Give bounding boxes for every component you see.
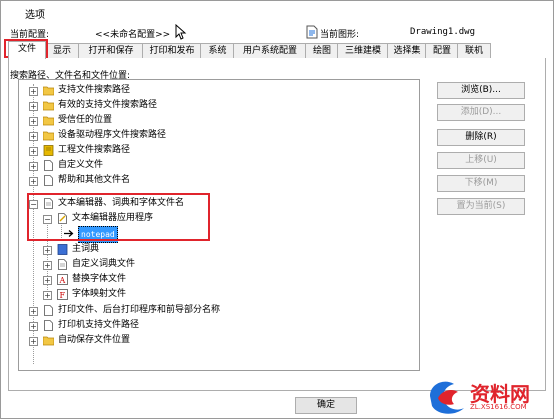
tab-profiles[interactable]: 配置 [425, 43, 459, 58]
window-title: 选项 [25, 10, 45, 21]
tree-item-label: 帮助和其他文件名 [58, 175, 131, 185]
file-icon [44, 175, 53, 186]
tree-item[interactable]: + 自动保存文件位置 [19, 333, 419, 348]
tree-item[interactable]: + 自定义词典文件 [19, 257, 419, 272]
tab-files[interactable]: 文件 [8, 41, 46, 59]
tab-system[interactable]: 系统 [200, 43, 235, 58]
tab-3d-modeling[interactable]: 三维建模 [337, 43, 389, 58]
expand-icon[interactable]: + [29, 102, 38, 111]
expand-icon[interactable]: + [29, 307, 38, 316]
expand-icon[interactable]: + [29, 177, 38, 186]
tab-open-save[interactable]: 打开和保存 [78, 43, 144, 58]
move-up-button[interactable]: 上移(U) [437, 152, 525, 169]
tree-item[interactable]: + 打印文件、后台打印程序和前导部分名称 [19, 303, 419, 318]
expand-icon[interactable]: + [43, 291, 52, 300]
tree-item-label: 字体映射文件 [72, 289, 127, 299]
folder-icon [43, 336, 54, 346]
title-bar: 选项 [1, 1, 553, 23]
tree-item-label: 替换字体文件 [72, 274, 127, 284]
mouse-cursor-icon [175, 24, 187, 40]
add-button[interactable]: 添加(D)... [437, 104, 525, 121]
profile-row: 当前配置: <<未命名配置>> 当前图形: Drawing1.dwg [0, 27, 552, 41]
browse-button[interactable]: 浏览(B)... [437, 82, 525, 99]
file-icon [58, 259, 67, 270]
expand-icon[interactable]: + [43, 276, 52, 285]
expand-icon[interactable]: + [43, 261, 52, 270]
tree-item[interactable]: + 打印机支持文件路径 [19, 318, 419, 333]
tree-item[interactable]: + F 字体映射文件 [19, 287, 419, 302]
ok-button[interactable]: 确定 [295, 397, 357, 414]
tree-item-label: 支持文件搜索路径 [58, 85, 131, 95]
tree-item-label: 主词典 [72, 244, 100, 254]
move-down-button[interactable]: 下移(M) [437, 175, 525, 192]
font-icon: F [57, 289, 68, 300]
tab-display[interactable]: 显示 [44, 43, 80, 58]
folder-icon [43, 116, 54, 126]
svg-text:F: F [60, 291, 66, 300]
tree-item[interactable]: + 设备驱动程序文件搜索路径 [19, 128, 419, 143]
set-current-button[interactable]: 置为当前(S) [437, 198, 525, 215]
tree-item[interactable]: + 支持文件搜索路径 [19, 83, 419, 98]
tree-item-label: 打印文件、后台打印程序和前导部分名称 [58, 305, 221, 315]
tree-item[interactable]: + 受信任的位置 [19, 113, 419, 128]
tab-online[interactable]: 联机 [457, 43, 491, 58]
tree-item-label: 有效的支持文件搜索路径 [58, 100, 158, 110]
expand-icon[interactable]: + [29, 322, 38, 331]
file-icon [44, 160, 53, 171]
expand-icon[interactable]: + [29, 132, 38, 141]
tree-item-label: 自定义文件 [58, 160, 104, 170]
current-drawing-label: 当前图形: [320, 30, 360, 40]
tab-selection[interactable]: 选择集 [387, 43, 427, 58]
current-drawing-value: Drawing1.dwg [410, 27, 476, 37]
tab-user-preferences[interactable]: 用户系统配置 [233, 43, 307, 58]
folder-icon [43, 131, 54, 141]
folder-icon [43, 86, 54, 96]
tab-plot-publish[interactable]: 打印和发布 [142, 43, 202, 58]
folder-icon [43, 101, 54, 111]
tree-item-label: 自定义词典文件 [72, 259, 136, 269]
watermark-url: ZL.XS1616.COM [470, 403, 527, 411]
tab-drafting[interactable]: 绘图 [305, 43, 339, 58]
expand-icon[interactable]: + [29, 337, 38, 346]
font-icon: A [57, 274, 68, 285]
tree-item[interactable]: + 工程文件搜索路径 [19, 143, 419, 158]
file-icon [44, 305, 53, 316]
remove-button[interactable]: 删除(R) [437, 129, 525, 146]
tree-item-label: 受信任的位置 [58, 115, 113, 125]
drawing-icon [306, 25, 318, 39]
expand-icon[interactable]: + [29, 87, 38, 96]
expand-icon[interactable]: + [29, 147, 38, 156]
tree-item[interactable]: + 有效的支持文件搜索路径 [19, 98, 419, 113]
tree-item-label: 打印机支持文件路径 [58, 320, 140, 330]
svg-text:A: A [59, 276, 66, 285]
tree-item-label: 工程文件搜索路径 [58, 145, 131, 155]
file-icon [44, 320, 53, 331]
tree-item[interactable]: + A 替换字体文件 [19, 272, 419, 287]
expand-icon[interactable]: + [43, 246, 52, 255]
tree-item[interactable]: + 帮助和其他文件名 [19, 173, 419, 188]
tree-item[interactable]: + 自定义文件 [19, 158, 419, 173]
book-icon [57, 244, 68, 255]
expand-icon[interactable]: + [29, 162, 38, 171]
current-profile-value: <<未命名配置>> [95, 30, 171, 40]
expand-icon[interactable]: + [29, 117, 38, 126]
annotation-highlight-tree [27, 193, 210, 241]
book-icon [43, 145, 54, 156]
tree-item-label: 设备驱动程序文件搜索路径 [58, 130, 167, 140]
tree-item[interactable]: + 主词典 [19, 242, 419, 257]
tab-strip: 文件 显示 打开和保存 打印和发布 系统 用户系统配置 绘图 三维建模 选择集 … [8, 41, 544, 59]
tree-item-label: 自动保存文件位置 [58, 335, 131, 345]
